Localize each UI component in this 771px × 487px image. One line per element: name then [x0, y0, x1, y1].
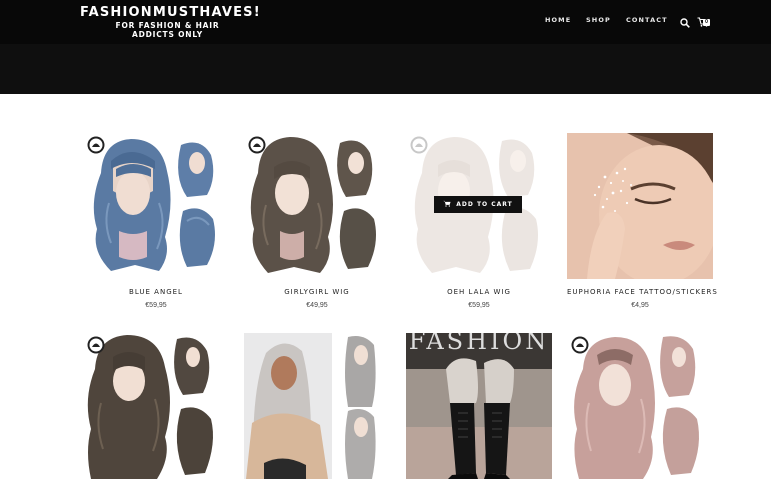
product-name[interactable]: EUPHORIA FACE TATTOO/STICKERS [567, 288, 717, 296]
product-image[interactable]: FASHION [406, 333, 552, 479]
product-name[interactable]: GIRLYGIRL WIG [244, 288, 390, 296]
product-name[interactable]: OEH LALA WIG [406, 288, 552, 296]
product-image[interactable] [567, 333, 713, 479]
product-image[interactable] [83, 333, 229, 479]
site-header: FASHIONMUSTHAVES! FOR FASHION & HAIR ADD… [0, 0, 771, 44]
site-logo[interactable]: FASHIONMUSTHAVES! FOR FASHION & HAIR ADD… [80, 5, 260, 39]
product-name[interactable]: BLUE ANGEL [83, 288, 229, 296]
cart-icon[interactable]: 0 [697, 14, 711, 27]
brand-title[interactable]: FASHIONMUSTHAVES! [80, 5, 260, 20]
add-to-cart-label: ADD TO CART [456, 201, 513, 208]
nav-shop[interactable]: SHOP [586, 16, 611, 24]
page-banner [0, 44, 771, 94]
product-image[interactable] [567, 133, 713, 279]
product-price: €59,95 [145, 302, 167, 309]
product-image[interactable] [244, 133, 390, 279]
product-price: €59,95 [468, 302, 490, 309]
image-caption-text: FASHION [408, 333, 550, 355]
brand-badge-icon [87, 336, 105, 354]
product-image[interactable]: ADD TO CART [406, 133, 552, 279]
brand-badge-icon [248, 136, 266, 154]
product-image[interactable] [244, 333, 390, 479]
brand-badge-icon [410, 136, 428, 154]
add-to-cart-button[interactable]: ADD TO CART [434, 196, 522, 213]
product-price: €49,95 [306, 302, 328, 309]
product-price: €4,95 [631, 302, 649, 309]
product-image[interactable] [83, 133, 229, 279]
cart-count-badge: 0 [703, 19, 710, 26]
nav-contact[interactable]: CONTACT [626, 16, 668, 24]
search-icon[interactable] [680, 15, 690, 28]
brand-tagline: FOR FASHION & HAIR ADDICTS ONLY [115, 21, 220, 39]
brand-badge-icon [571, 336, 589, 354]
nav-home[interactable]: HOME [545, 16, 571, 24]
brand-badge-icon [87, 136, 105, 154]
cart-icon [443, 200, 451, 207]
